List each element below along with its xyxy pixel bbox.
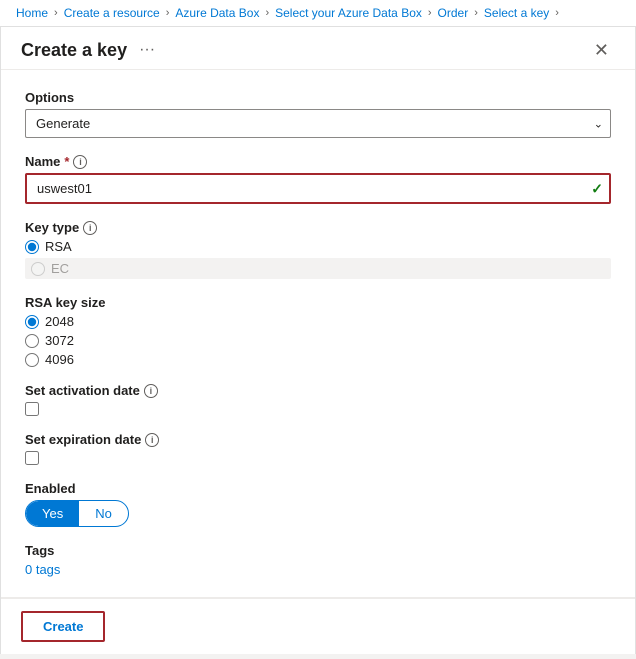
panel-body: Options Generate Import Restore from bac… (1, 70, 635, 597)
key-type-ec-option: EC (25, 258, 611, 279)
rsa-4096-radio[interactable] (25, 353, 39, 367)
name-field-group: Name * i ✓ (25, 154, 611, 204)
key-type-radio-group: RSA EC (25, 239, 611, 279)
tags-label: Tags (25, 543, 611, 558)
expiration-date-checkbox[interactable] (25, 451, 39, 465)
enabled-label: Enabled (25, 481, 611, 496)
panel-footer: Create (1, 598, 635, 654)
options-select-wrapper: Generate Import Restore from backup ⌄ (25, 109, 611, 138)
expiration-date-field-group: Set expiration date i (25, 432, 611, 465)
activation-date-checkbox-item[interactable] (25, 402, 611, 416)
enabled-yes-button[interactable]: Yes (26, 501, 79, 526)
rsa-2048-radio[interactable] (25, 315, 39, 329)
breadcrumb-home[interactable]: Home (16, 6, 48, 20)
breadcrumb-sep-5: › (474, 7, 478, 19)
panel-more-button[interactable]: ··· (135, 39, 159, 61)
key-type-rsa-label: RSA (45, 239, 72, 254)
breadcrumb-order[interactable]: Order (438, 6, 469, 20)
activation-date-checkbox[interactable] (25, 402, 39, 416)
breadcrumb-sep-2: › (166, 7, 170, 19)
name-label: Name * i (25, 154, 611, 169)
breadcrumb-sep-1: › (54, 7, 58, 19)
enabled-toggle: Yes No (25, 500, 129, 527)
name-input[interactable] (25, 173, 611, 204)
breadcrumb-select-key[interactable]: Select a key (484, 6, 549, 20)
rsa-3072-radio[interactable] (25, 334, 39, 348)
rsa-4096-label: 4096 (45, 352, 74, 367)
options-select[interactable]: Generate Import Restore from backup (25, 109, 611, 138)
rsa-key-size-label: RSA key size (25, 295, 611, 310)
key-type-info-icon[interactable]: i (83, 221, 97, 235)
enabled-no-button[interactable]: No (79, 501, 128, 526)
breadcrumb: Home › Create a resource › Azure Data Bo… (0, 0, 636, 27)
enabled-toggle-group: Yes No (25, 500, 611, 527)
panel-title: Create a key (21, 40, 127, 61)
key-type-label: Key type i (25, 220, 611, 235)
breadcrumb-sep-6: › (555, 7, 559, 19)
breadcrumb-sep-4: › (428, 7, 432, 19)
activation-date-info-icon[interactable]: i (144, 384, 158, 398)
key-type-rsa-option[interactable]: RSA (25, 239, 611, 254)
create-button[interactable]: Create (21, 611, 105, 642)
rsa-2048-option[interactable]: 2048 (25, 314, 611, 329)
breadcrumb-create-resource[interactable]: Create a resource (64, 6, 160, 20)
options-field-group: Options Generate Import Restore from bac… (25, 90, 611, 138)
key-type-rsa-radio[interactable] (25, 240, 39, 254)
breadcrumb-sep-3: › (265, 7, 269, 19)
name-info-icon[interactable]: i (73, 155, 87, 169)
key-type-ec-label: EC (51, 261, 69, 276)
checkmark-icon: ✓ (591, 180, 603, 197)
options-label: Options (25, 90, 611, 105)
activation-date-field-group: Set activation date i (25, 383, 611, 416)
activation-date-label: Set activation date i (25, 383, 611, 398)
breadcrumb-select-azure-data-box[interactable]: Select your Azure Data Box (275, 6, 422, 20)
rsa-3072-option[interactable]: 3072 (25, 333, 611, 348)
panel-title-area: Create a key ··· (21, 39, 159, 61)
panel-header: Create a key ··· ✕ (1, 27, 635, 70)
rsa-2048-label: 2048 (45, 314, 74, 329)
enabled-field-group: Enabled Yes No (25, 481, 611, 527)
rsa-3072-label: 3072 (45, 333, 74, 348)
tags-field-group: Tags 0 tags (25, 543, 611, 577)
create-key-panel: Create a key ··· ✕ Options Generate Impo… (0, 27, 636, 654)
key-type-field-group: Key type i RSA EC (25, 220, 611, 279)
name-required-indicator: * (64, 154, 69, 169)
expiration-date-info-icon[interactable]: i (145, 433, 159, 447)
tags-link[interactable]: 0 tags (25, 562, 611, 577)
expiration-date-checkbox-item[interactable] (25, 451, 611, 465)
panel-close-button[interactable]: ✕ (588, 39, 615, 61)
expiration-date-label: Set expiration date i (25, 432, 611, 447)
rsa-key-size-radio-group: 2048 3072 4096 (25, 314, 611, 367)
breadcrumb-azure-data-box[interactable]: Azure Data Box (175, 6, 259, 20)
name-input-wrapper: ✓ (25, 173, 611, 204)
rsa-key-size-field-group: RSA key size 2048 3072 4096 (25, 295, 611, 367)
rsa-4096-option[interactable]: 4096 (25, 352, 611, 367)
key-type-ec-radio (31, 262, 45, 276)
